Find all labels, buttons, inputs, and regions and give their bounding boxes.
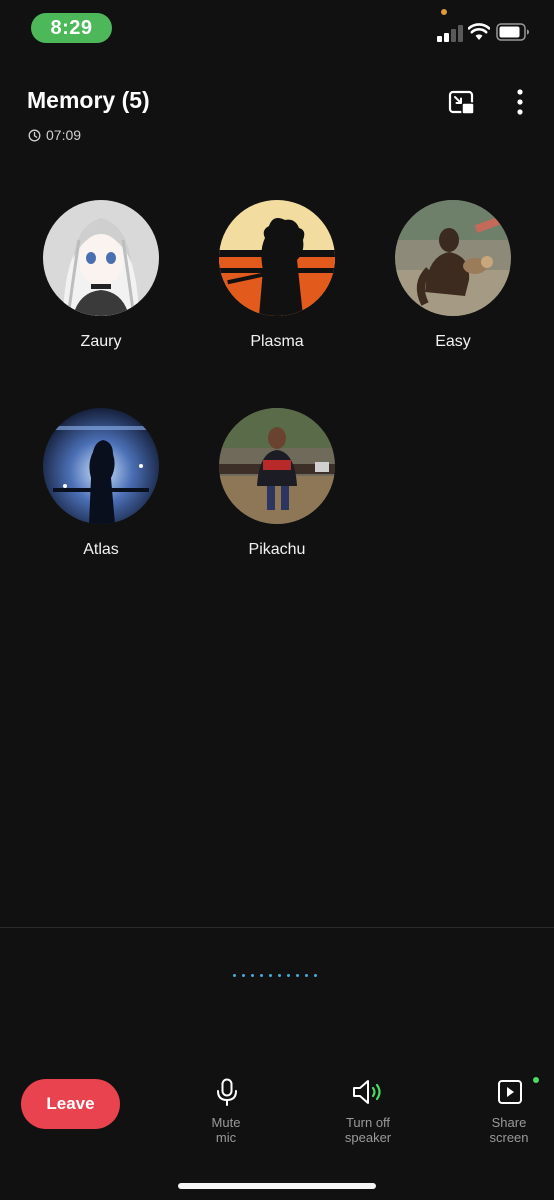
clock-icon [28, 129, 41, 141]
controls-divider [0, 927, 554, 928]
more-vertical-icon [517, 89, 523, 115]
participant-avatar [43, 408, 159, 524]
status-time: 8:29 [31, 13, 112, 43]
home-indicator[interactable] [178, 1183, 376, 1189]
participant-name: Zaury [80, 333, 122, 350]
privacy-indicator-dot [441, 9, 447, 15]
page-indicator [233, 974, 317, 978]
page-title: Memory (5) [27, 87, 150, 113]
battery-icon [496, 23, 529, 41]
participant-name: Easy [435, 333, 471, 350]
picture-in-picture-icon [448, 90, 475, 115]
signal-icon [437, 25, 463, 42]
status-bar: 8:29 [0, 0, 554, 60]
call-duration: 07:09 [46, 127, 82, 143]
call-timer: 07:09 [28, 126, 81, 144]
participant-name: Pikachu [248, 541, 306, 558]
mute-mic-label: Mute mic [211, 1115, 241, 1145]
share-screen-button[interactable]: Share screen [464, 1078, 554, 1148]
share-status-dot [533, 1077, 539, 1083]
microphone-icon [217, 1078, 237, 1106]
participant-name: Atlas [83, 541, 119, 558]
turn-off-speaker-button[interactable]: Turn off speaker [323, 1078, 413, 1148]
leave-button[interactable]: Leave [21, 1079, 120, 1129]
participant-avatar [219, 200, 335, 316]
picture-in-picture-button[interactable] [448, 89, 476, 117]
participant-tile[interactable]: Atlas [21, 408, 181, 578]
participant-tile[interactable]: Easy [373, 200, 533, 370]
mute-mic-button[interactable]: Mute mic [181, 1078, 271, 1148]
more-options-button[interactable] [508, 88, 532, 118]
participant-tile[interactable]: Plasma [197, 200, 357, 370]
participant-avatar [395, 200, 511, 316]
speaker-icon [353, 1080, 381, 1104]
participant-tile[interactable]: Pikachu [197, 408, 357, 578]
participant-tile[interactable]: Zaury [21, 200, 181, 370]
participant-avatar [219, 408, 335, 524]
wifi-icon [468, 23, 490, 40]
participant-avatar [43, 200, 159, 316]
share-screen-label: Share screen [489, 1115, 529, 1145]
turn-off-speaker-label: Turn off speaker [344, 1115, 392, 1145]
share-screen-icon [498, 1080, 522, 1104]
participant-name: Plasma [250, 333, 304, 350]
